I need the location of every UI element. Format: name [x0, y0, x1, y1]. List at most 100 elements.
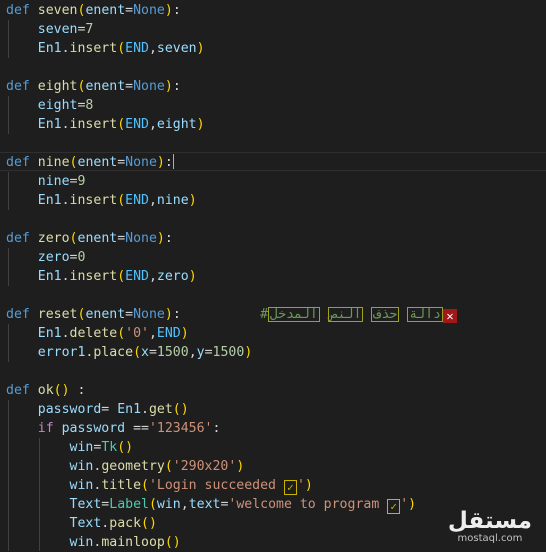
token: 8: [85, 98, 94, 113]
token: error1: [37, 345, 86, 360]
token: '290x20': [172, 459, 237, 474]
token: .: [61, 41, 70, 56]
token: .: [61, 117, 70, 132]
token: (): [141, 516, 157, 531]
token: eight: [156, 117, 197, 132]
token: ): [164, 307, 173, 322]
token: None: [125, 155, 157, 170]
token: 1500: [212, 345, 245, 360]
token: (: [117, 269, 126, 284]
token: nine: [156, 193, 189, 208]
code-line[interactable]: win=Tk(): [6, 438, 546, 457]
code-line[interactable]: password= En1.get(): [6, 400, 546, 419]
token: '123456': [148, 421, 213, 436]
token: eight: [37, 98, 78, 113]
watermark-url: mostaql.com: [457, 533, 523, 544]
token: x: [141, 345, 149, 360]
code-line[interactable]: def eight(enent=None):: [6, 77, 546, 96]
token: (): [164, 535, 181, 550]
token: seven: [37, 3, 78, 18]
token: :: [164, 155, 173, 170]
token: seven: [37, 22, 78, 37]
token: (): [53, 383, 70, 398]
code-line-current[interactable]: def nine(enent=None):: [0, 152, 546, 171]
code-line[interactable]: if password =='123456':: [6, 419, 546, 438]
watermark-logo: مستقل: [447, 508, 532, 534]
comment-word: حذف: [371, 307, 400, 322]
token: insert: [69, 193, 118, 208]
token: def: [6, 383, 30, 398]
token: En1: [37, 193, 62, 208]
code-line[interactable]: def seven(enent=None):: [6, 1, 546, 20]
token: ,: [148, 193, 157, 208]
token: ): [196, 41, 205, 56]
code-line[interactable]: def zero(enent=None):: [6, 229, 546, 248]
token: geometry: [101, 459, 165, 474]
code-line[interactable]: nine=9: [6, 172, 546, 191]
checkmark-icon: ✓: [387, 499, 401, 514]
token: None: [125, 231, 157, 246]
comment-word: النص: [327, 307, 364, 322]
token: =: [117, 155, 126, 170]
code-line[interactable]: error1.place(x=1500,y=1500): [6, 343, 546, 362]
token: (: [148, 497, 157, 512]
token: =: [117, 231, 126, 246]
token: 0: [77, 250, 86, 265]
token: insert: [69, 117, 118, 132]
token: ,: [148, 326, 157, 341]
token: def: [6, 155, 30, 170]
token: (): [117, 440, 134, 455]
token: None: [133, 79, 165, 94]
token: .: [141, 402, 149, 417]
token: mainloop: [101, 535, 165, 550]
token: END: [125, 269, 149, 284]
code-line[interactable]: En1.insert(END,zero): [6, 267, 546, 286]
code-editor[interactable]: def seven(enent=None): seven=7 En1.inser…: [0, 0, 546, 551]
token: enent: [85, 3, 126, 18]
token: (: [133, 345, 142, 360]
code-line[interactable]: zero=0: [6, 248, 546, 267]
token: '0': [125, 326, 149, 341]
token: delete: [69, 326, 118, 341]
code-line[interactable]: En1.insert(END,seven): [6, 39, 546, 58]
code-line[interactable]: def ok() :: [6, 381, 546, 400]
token: En1: [117, 402, 142, 417]
token: =: [125, 3, 134, 18]
token: win: [69, 535, 94, 550]
token: enent: [77, 155, 118, 170]
token: =: [125, 79, 134, 94]
code-line[interactable]: win.title('Login succeeded ✓ '): [6, 476, 546, 495]
token: :: [172, 3, 181, 18]
token: ): [164, 79, 173, 94]
token: END: [125, 41, 149, 56]
token: 'Login succeeded: [148, 478, 284, 493]
token: :: [69, 383, 86, 398]
token: En1: [37, 269, 62, 284]
code-line[interactable]: eight=8: [6, 96, 546, 115]
token: def: [6, 307, 30, 322]
token: END: [125, 193, 149, 208]
token: ,: [180, 497, 189, 512]
token: Text: [69, 497, 102, 512]
code-line[interactable]: En1.insert(END,nine): [6, 191, 546, 210]
token: zero: [156, 269, 189, 284]
token: def: [6, 3, 30, 18]
token: En1: [37, 41, 62, 56]
token: password: [61, 421, 126, 436]
code-line[interactable]: win.geometry('290x20'): [6, 457, 546, 476]
token: ': [400, 497, 409, 512]
token: title: [101, 478, 142, 493]
token: 9: [77, 174, 86, 189]
token: =: [204, 345, 213, 360]
code-line[interactable]: En1.delete('0',END): [6, 324, 546, 343]
token: seven: [156, 41, 197, 56]
code-line[interactable]: def reset(enent=None): # المدخل النص حذف …: [6, 305, 546, 324]
token: Tk: [101, 440, 118, 455]
token: ': [296, 478, 305, 493]
code-line[interactable]: seven=7: [6, 20, 546, 39]
token: pack: [109, 516, 142, 531]
token: ): [196, 117, 205, 132]
token: zero: [37, 250, 70, 265]
token: None: [133, 307, 165, 322]
code-line[interactable]: En1.insert(END,eight): [6, 115, 546, 134]
